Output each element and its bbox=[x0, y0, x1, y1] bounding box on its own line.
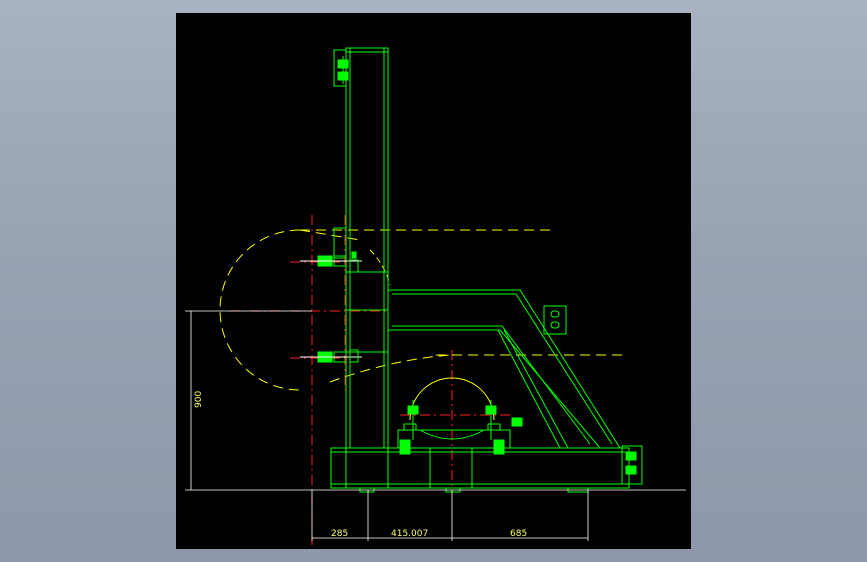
bracket-holes bbox=[550, 310, 560, 329]
column-outer bbox=[345, 47, 389, 449]
cad-drawing-canvas[interactable]: 900 285 415.007 685 bbox=[176, 13, 691, 549]
disk-arc bbox=[219, 229, 301, 391]
frame bbox=[330, 47, 643, 493]
bolt-base-right bbox=[493, 417, 523, 455]
arm-bracket bbox=[543, 305, 567, 335]
dim-d2: 415.007 bbox=[391, 529, 428, 539]
dim-d3: 685 bbox=[510, 529, 527, 539]
hidden-line-disk-top bbox=[299, 229, 361, 241]
dim-d1: 285 bbox=[331, 529, 348, 539]
centerlines bbox=[230, 215, 510, 545]
bolt-end-plate bbox=[625, 451, 637, 475]
roller-arc bbox=[369, 249, 495, 421]
column-plate-upper bbox=[345, 271, 389, 311]
hidden-lines bbox=[219, 229, 628, 391]
technical-drawing: 900 285 415.007 685 bbox=[185, 47, 686, 545]
hidden-curve bbox=[329, 354, 451, 383]
dimension-lines bbox=[185, 310, 686, 541]
bolt-lower-left bbox=[300, 351, 362, 363]
base-beam bbox=[330, 447, 630, 489]
arm bbox=[387, 289, 621, 449]
dim-height: 900 bbox=[194, 391, 204, 408]
column-plate-lower bbox=[345, 309, 389, 353]
bolt-base-left bbox=[399, 439, 411, 455]
bolt-upper-right bbox=[349, 251, 359, 273]
